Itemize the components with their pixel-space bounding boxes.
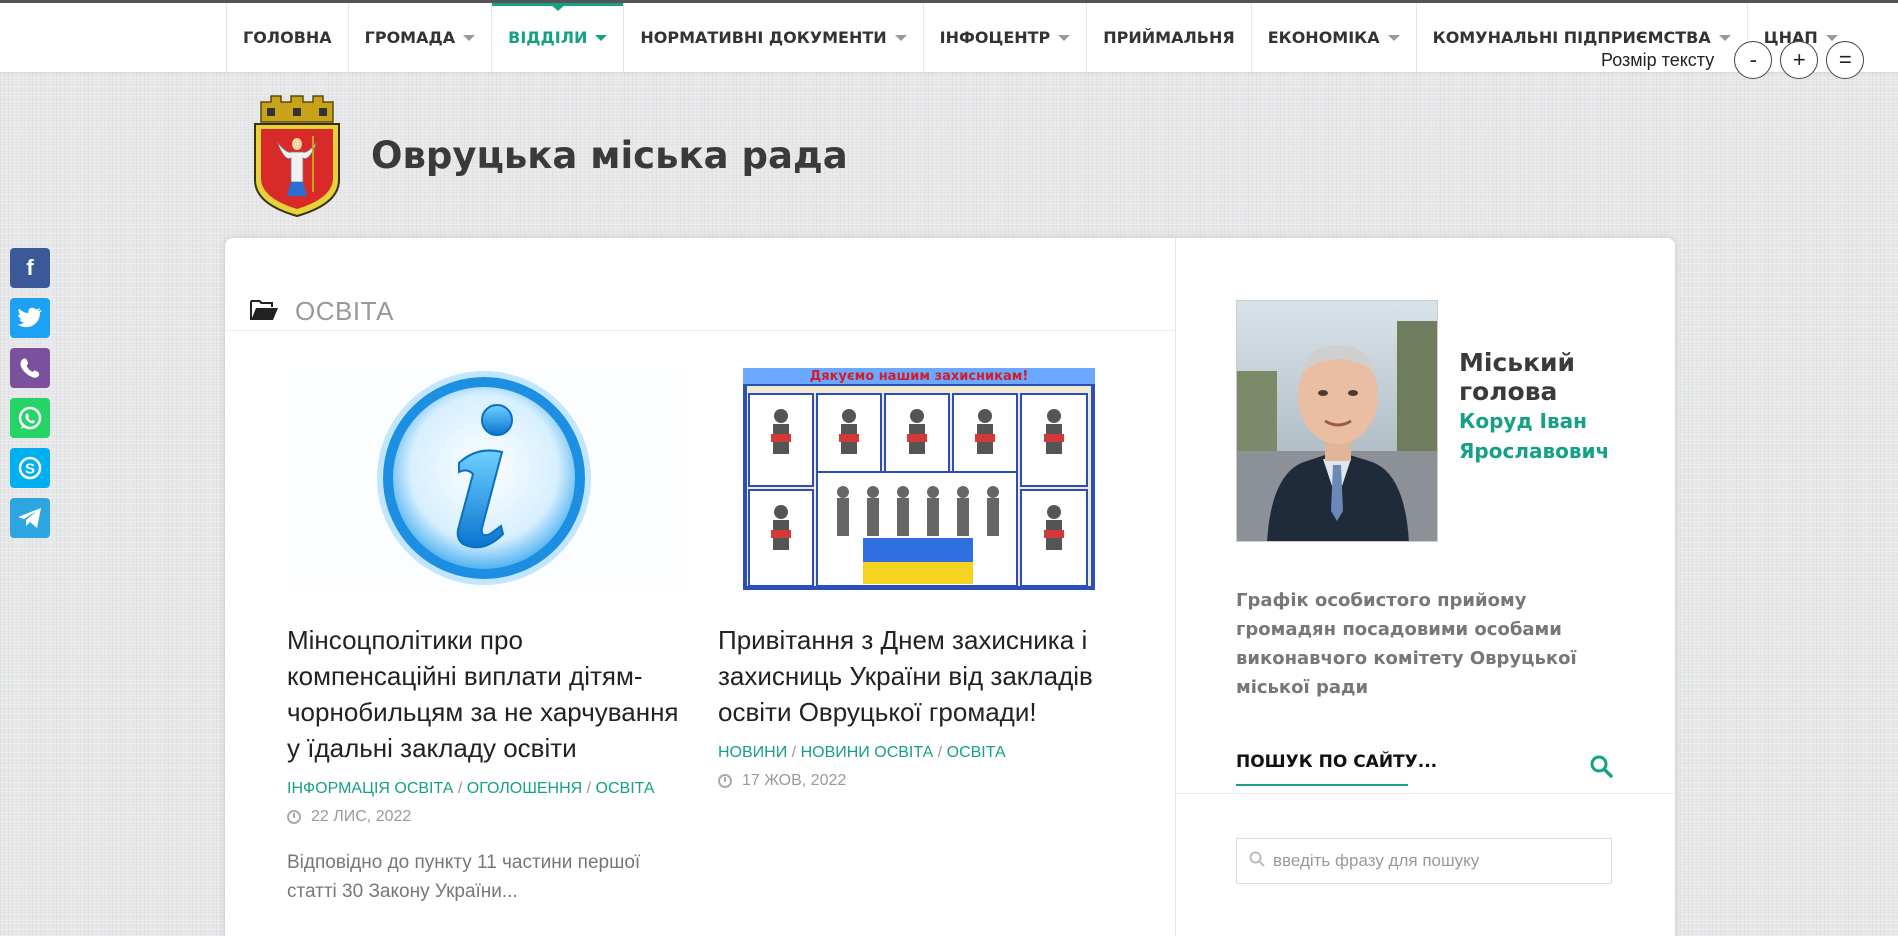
column-divider [1175, 238, 1176, 936]
twitter-icon[interactable] [10, 298, 50, 338]
search-input[interactable] [1273, 851, 1603, 871]
post-category-link[interactable]: НОВИНИ [718, 744, 787, 761]
search-section-divider [1175, 793, 1675, 794]
search-widget-header: ПОШУК ПО САЙТУ... [1236, 752, 1606, 786]
nav-item-infocenter[interactable]: ІНФОЦЕНТР [922, 3, 1087, 72]
nav-item-viddily[interactable]: ВІДДІЛИ [491, 3, 624, 72]
caret-down-icon [1387, 34, 1400, 41]
post-excerpt: Відповідно до пункту 11 частини першої с… [287, 852, 641, 902]
text-size-reset-button[interactable]: = [1826, 41, 1865, 79]
post-category-link[interactable]: ОСВІТА [947, 744, 1006, 761]
coat-of-arms-logo[interactable] [247, 92, 347, 220]
text-size-label: Розмір тексту [1601, 49, 1715, 70]
nav-item-normative-docs[interactable]: НОРМАТИВНІ ДОКУМЕНТИ [623, 3, 922, 72]
post-category-link[interactable]: ОГОЛОШЕННЯ [467, 780, 582, 797]
post-title[interactable]: Привітання з Днем захисника і захисниць … [718, 622, 1128, 730]
post-card: Дякуємо нашим захисникам! Привітання з Д… [718, 368, 1128, 790]
nav-label: НОРМАТИВНІ ДОКУМЕНТИ [640, 28, 887, 47]
caret-down-icon [1058, 34, 1071, 41]
caret-down-icon [1825, 34, 1838, 41]
category-title: ОСВІТА [295, 296, 394, 326]
search-icon [1249, 851, 1265, 871]
search-icon[interactable] [1589, 754, 1613, 782]
nav-label: ВІДДІЛИ [508, 28, 588, 47]
nav-label: ІНФОЦЕНТР [939, 28, 1051, 47]
top-navbar: ГОЛОВНА ГРОМАДА ВІДДІЛИ НОРМАТИВНІ ДОКУМ… [0, 0, 1898, 79]
viber-icon[interactable] [10, 348, 50, 388]
caret-down-icon [595, 34, 608, 41]
facebook-icon[interactable]: f [10, 248, 50, 288]
post-card: Мінсоцполітики про компенсаційні виплати… [287, 368, 687, 906]
photo-banner-text: Дякуємо нашим захисникам! [810, 369, 1029, 384]
skype-icon[interactable]: S [10, 448, 50, 488]
post-category-link[interactable]: ІНФОРМАЦІЯ ОСВІТА [287, 780, 453, 797]
nav-item-economy[interactable]: ЕКОНОМІКА [1250, 3, 1416, 72]
folder-open-icon [249, 299, 279, 325]
category-divider [225, 330, 1175, 331]
nav-item-hromada[interactable]: ГРОМАДА [347, 3, 491, 72]
search-title-underline [1236, 784, 1408, 786]
post-thumbnail-info[interactable] [287, 368, 687, 590]
nav-item-home[interactable]: ГОЛОВНА [226, 3, 348, 72]
post-category-link[interactable]: ОСВІТА [596, 780, 655, 797]
reception-schedule-link[interactable]: Графік особистого прийому громадян посад… [1236, 586, 1626, 702]
mayor-name-link[interactable]: Коруд Іван Ярославович [1459, 406, 1659, 466]
caret-down-icon [894, 34, 907, 41]
nav-label: ГОЛОВНА [243, 28, 332, 47]
clock-icon [287, 810, 301, 824]
post-date-text: 22 ЛИС, 2022 [311, 808, 412, 825]
nav-item-reception[interactable]: ПРИЙМАЛЬНЯ [1086, 3, 1250, 72]
post-date: 17 ЖОВ, 2022 [718, 772, 1128, 790]
caret-down-icon [463, 34, 476, 41]
text-size-decrease-button[interactable]: - [1734, 41, 1773, 79]
search-box[interactable] [1236, 838, 1612, 884]
post-categories: ІНФОРМАЦІЯ ОСВІТА / ОГОЛОШЕННЯ / ОСВІТА [287, 780, 655, 797]
category-header: ОСВІТА [249, 296, 394, 327]
post-category-link[interactable]: НОВИНИ ОСВІТА [801, 744, 934, 761]
post-thumbnail-photo[interactable]: Дякуємо нашим захисникам! [743, 368, 1095, 590]
telegram-icon[interactable] [10, 498, 50, 538]
svg-text:S: S [25, 461, 35, 478]
nav-label: ПРИЙМАЛЬНЯ [1103, 28, 1235, 47]
text-size-increase-button[interactable]: + [1780, 41, 1819, 79]
whatsapp-icon[interactable] [10, 398, 50, 438]
text-size-controls: Розмір тексту - + = [1601, 41, 1865, 79]
mayor-role: Міський голова [1459, 348, 1576, 406]
caret-down-icon [1718, 34, 1731, 41]
content-panel: ОСВІТА Мінсоцполітики про компенсаційні … [225, 238, 1675, 936]
social-share-bar: f S [10, 248, 50, 548]
post-date: 22 ЛИС, 2022 [287, 808, 687, 826]
nav-label: ЕКОНОМІКА [1267, 28, 1380, 47]
post-date-text: 17 ЖОВ, 2022 [742, 772, 847, 789]
site-title[interactable]: Овруцька міська рада [371, 134, 848, 177]
post-title[interactable]: Мінсоцполітики про компенсаційні виплати… [287, 622, 687, 766]
search-widget-title: ПОШУК ПО САЙТУ... [1236, 752, 1438, 772]
post-categories: НОВИНИ / НОВИНИ ОСВІТА / ОСВІТА [718, 744, 1006, 761]
clock-icon [718, 774, 732, 788]
nav-label: ГРОМАДА [364, 28, 456, 47]
mayor-photo[interactable] [1236, 300, 1438, 542]
